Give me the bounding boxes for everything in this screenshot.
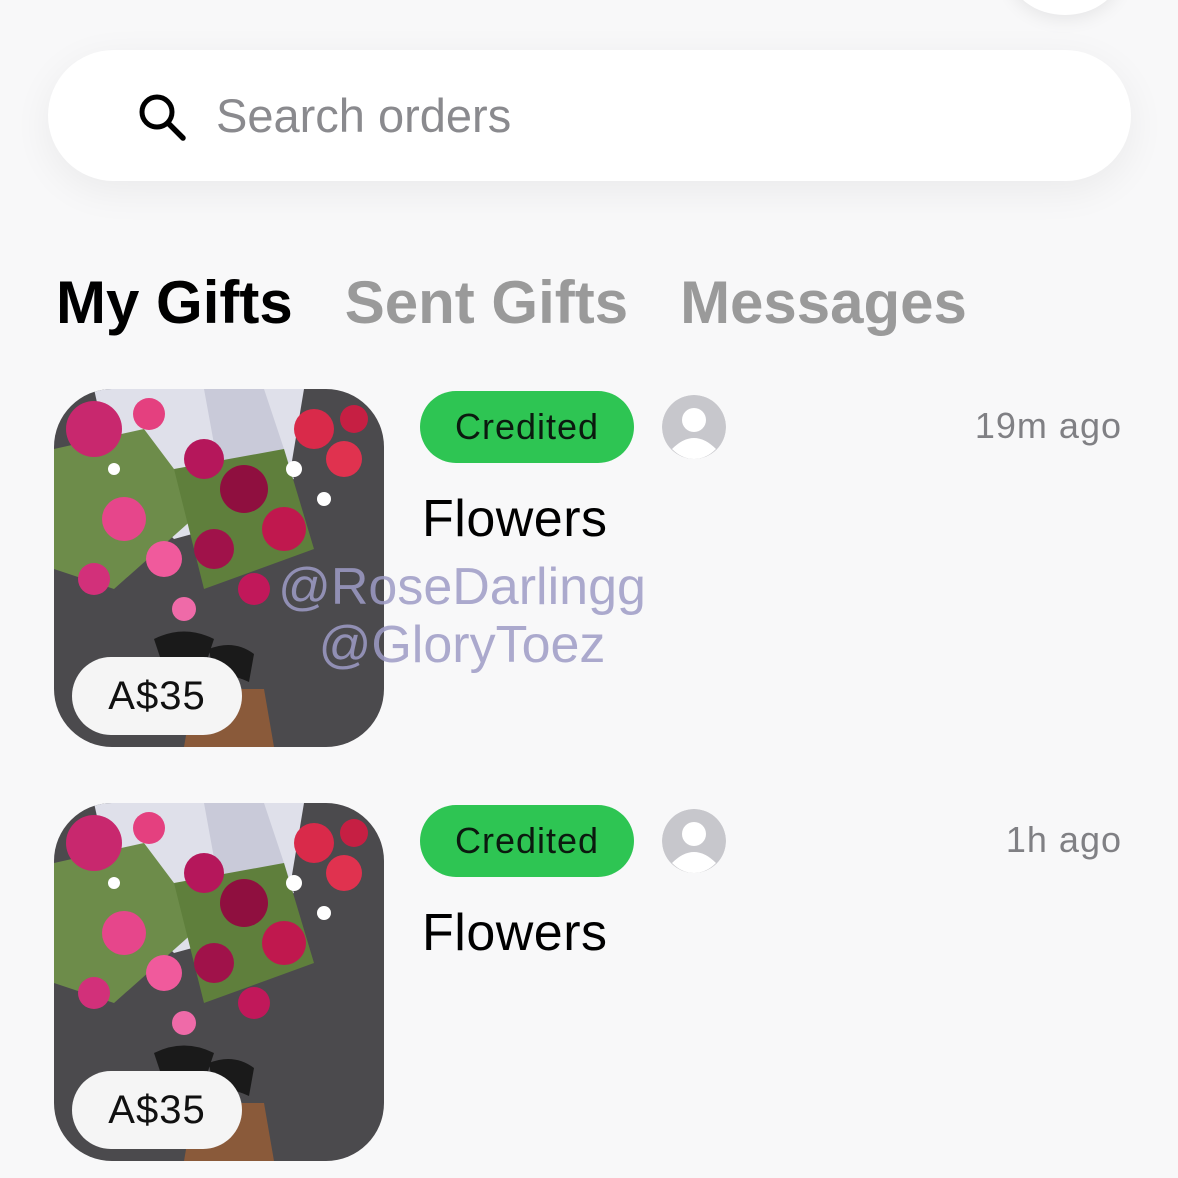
gift-photo[interactable]: A$35	[54, 803, 384, 1161]
search-input[interactable]	[216, 88, 1096, 143]
default-avatar-icon[interactable]	[662, 395, 726, 459]
order-row[interactable]: A$35 Credited 19m ago Flowers	[0, 389, 1178, 759]
order-time: 19m ago	[974, 405, 1122, 446]
order-title: Flowers	[422, 490, 608, 548]
status-badge: Credited	[420, 805, 634, 877]
order-title: Flowers	[422, 904, 608, 962]
tab-messages[interactable]: Messages	[680, 265, 967, 341]
tab-sent-gifts[interactable]: Sent Gifts	[345, 265, 628, 341]
top-action-button[interactable]	[1010, 0, 1120, 15]
tab-bar: My Gifts Sent Gifts Messages	[56, 265, 1019, 341]
tab-my-gifts[interactable]: My Gifts	[56, 265, 293, 341]
gift-photo[interactable]: A$35	[54, 389, 384, 747]
order-row[interactable]: A$35 Credited 1h ago Flowers	[0, 803, 1178, 1173]
search-bar[interactable]	[48, 50, 1131, 181]
search-icon	[139, 94, 186, 141]
price-badge: A$35	[72, 657, 242, 735]
price-badge: A$35	[72, 1071, 242, 1149]
order-time: 1h ago	[1005, 819, 1122, 860]
status-badge: Credited	[420, 391, 634, 463]
default-avatar-icon[interactable]	[662, 809, 726, 873]
